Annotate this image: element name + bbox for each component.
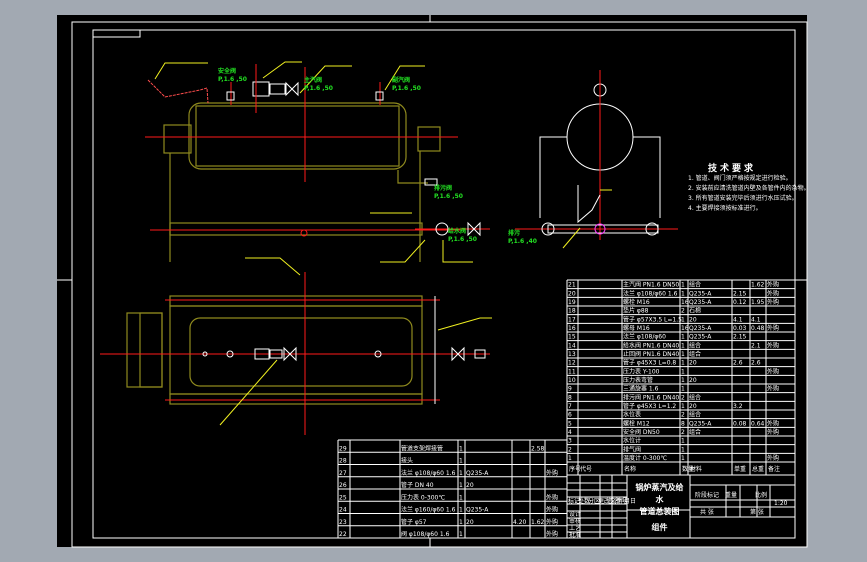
title-block-title: 锅炉蒸汽及给水 管道总装图 组件	[632, 482, 687, 534]
callout-label: 安全阀	[218, 68, 237, 75]
tech-heading: 技术要求	[708, 164, 757, 174]
callout-spec: P,1.6 ,50	[218, 76, 247, 83]
tech-item: 1. 管道、阀门须严格按规定进行检验。	[688, 175, 792, 182]
title-line-2: 管道总装图	[639, 507, 680, 516]
callout-feed-valve: 给水阀 P,1.6 ,50	[448, 228, 477, 244]
callout-safety-valve: 安全阀 P,1.6 ,50	[218, 68, 247, 84]
callout-side-valve: 排污 P,1.6 ,40	[508, 230, 537, 246]
callout-spec: P,1.6 ,50	[434, 193, 463, 200]
callout-spec: P,1.6 ,50	[448, 236, 477, 243]
callout-label: 排污阀	[434, 185, 453, 192]
material-label: 组件	[651, 523, 668, 532]
tech-requirements: 技术要求 1. 管道、阀门须严格按规定进行检验。 2. 安装前应清洗管道内壁及各…	[688, 164, 810, 214]
callout-label: 给水阀	[448, 228, 467, 235]
title-line-1: 锅炉蒸汽及给水	[635, 483, 684, 504]
text-overlay: 技术要求 1. 管道、阀门须严格按规定进行检验。 2. 安装前应清洗管道内壁及各…	[0, 0, 867, 562]
callout-label: 排污	[508, 230, 521, 237]
scale-value: 1:20	[774, 500, 788, 507]
callout-label: 主汽阀	[304, 77, 323, 84]
callout-drain-valve: 排污阀 P,1.6 ,50	[434, 185, 463, 201]
callout-secondary-valve: 副汽阀 P,1.6 ,50	[392, 77, 421, 93]
callout-spec: P,1.6 ,50	[392, 85, 421, 92]
callout-label: 副汽阀	[392, 77, 411, 84]
callout-spec: P,1.6 ,50	[304, 85, 333, 92]
callout-spec: P,1.6 ,40	[508, 238, 537, 245]
tech-item: 4. 主要焊接须按标准进行。	[688, 205, 762, 212]
callout-main-valve: 主汽阀 P,1.6 ,50	[304, 77, 333, 93]
tech-item: 2. 安装前应清洗管道内壁及各管件内的杂物。	[688, 185, 810, 192]
tech-item: 3. 所有管道安装完毕后须进行水压试验。	[688, 195, 798, 202]
